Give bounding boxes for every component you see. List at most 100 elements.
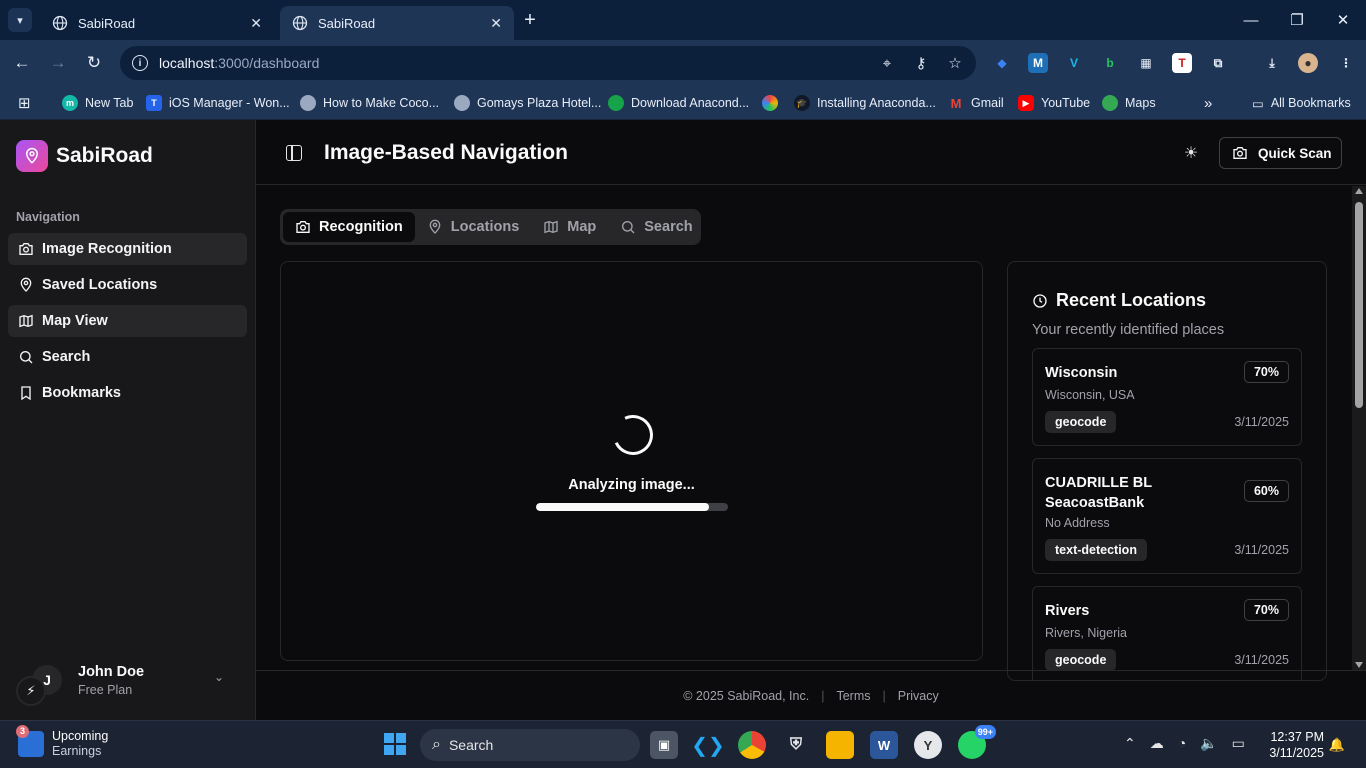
app-icon[interactable]: Y: [914, 731, 942, 759]
bookmark-anaconda[interactable]: Download Anacond...: [608, 93, 749, 113]
taskbar-search[interactable]: ⌕ Search: [420, 729, 640, 761]
forward-icon[interactable]: →: [46, 51, 70, 75]
chrome-icon[interactable]: [738, 731, 766, 759]
bookmark-installing-anaconda[interactable]: 🎓 Installing Anaconda...: [794, 93, 936, 113]
bookmark-gomays[interactable]: Gomays Plaza Hotel...: [454, 93, 601, 113]
volume-icon[interactable]: 🔈: [1200, 735, 1217, 752]
bookmark-label: Download Anacond...: [631, 96, 750, 110]
recent-title-text: Recent Locations: [1056, 290, 1207, 310]
vimeo-icon[interactable]: V: [1064, 53, 1084, 73]
shield-icon[interactable]: ⛨: [782, 731, 810, 759]
sidebar-item-saved-locations[interactable]: Saved Locations: [8, 269, 247, 301]
tab-locations[interactable]: Locations: [415, 212, 531, 242]
url-path: :3000/dashboard: [214, 55, 320, 71]
tab-title: SabiRoad: [318, 15, 376, 31]
tab-label: Recognition: [319, 219, 403, 235]
location-item[interactable]: CUADRILLE BL SeacoastBank 60% No Address…: [1032, 458, 1302, 574]
bookmark-new-tab[interactable]: m New Tab: [62, 93, 133, 113]
back-icon[interactable]: ←: [10, 51, 34, 75]
scrollbar-thumb[interactable]: [1355, 202, 1363, 408]
sidebar-item-bookmarks[interactable]: Bookmarks: [8, 377, 247, 409]
new-tab-button[interactable]: +: [518, 8, 542, 32]
scrollbar[interactable]: [1352, 186, 1366, 670]
terms-link[interactable]: Terms: [836, 689, 870, 703]
brand[interactable]: SabiRoad: [16, 140, 153, 172]
more-bookmarks-icon[interactable]: »: [1204, 93, 1212, 113]
sidebar-item-image-recognition[interactable]: Image Recognition: [8, 233, 247, 265]
tab-search-button[interactable]: ▾: [8, 8, 32, 32]
restore-icon[interactable]: ❐: [1284, 8, 1310, 32]
notifications-icon[interactable]: 🔔: [1328, 731, 1346, 759]
quick-scan-button[interactable]: Quick Scan: [1219, 137, 1342, 169]
browser-tab-active[interactable]: SabiRoad ✕: [280, 6, 514, 40]
battery-icon[interactable]: ▭: [1232, 735, 1245, 752]
bookmark-gmail[interactable]: M Gmail: [948, 93, 1004, 113]
sun-icon[interactable]: ☀: [1182, 144, 1200, 162]
camera-icon: [1233, 147, 1247, 159]
scroll-up-icon[interactable]: [1355, 188, 1363, 194]
windows-start-icon[interactable]: [384, 733, 406, 755]
file-explorer-icon[interactable]: [826, 731, 854, 759]
widgets-button[interactable]: 3 Upcoming Earnings: [16, 724, 108, 758]
browser-tab[interactable]: SabiRoad ✕: [40, 6, 274, 40]
bookmark-ios-manager[interactable]: TiOS Manager - Won...: [146, 93, 290, 113]
all-bookmarks[interactable]: ▭ All Bookmarks: [1252, 93, 1351, 113]
extension-t-icon[interactable]: T: [1172, 53, 1192, 73]
location-icon[interactable]: ⌖: [878, 54, 896, 72]
sidebar-item-map-view[interactable]: Map View: [8, 305, 247, 337]
close-tab-icon[interactable]: ✕: [490, 15, 502, 32]
user-plan: Free Plan: [78, 682, 133, 697]
chevron-down-icon[interactable]: ⌄: [214, 670, 224, 684]
download-icon[interactable]: ⤓: [1262, 53, 1282, 73]
extension-b-icon[interactable]: b: [1100, 53, 1120, 73]
close-tab-icon[interactable]: ✕: [250, 15, 262, 32]
address-bar[interactable]: i localhost:3000/dashboard ⌖ ⚷ ☆: [120, 46, 976, 80]
tab-search[interactable]: Search: [608, 212, 704, 242]
user-name: John Doe: [78, 663, 145, 680]
clock-time: 12:37 PM: [1270, 730, 1324, 744]
search-icon: ⌕: [432, 736, 441, 753]
extension-m-icon[interactable]: M: [1028, 53, 1048, 73]
menu-dots-icon[interactable]: ⋮: [1336, 53, 1356, 73]
bookmark-maps[interactable]: Maps: [1102, 93, 1156, 113]
apps-grid-icon[interactable]: ⊞: [18, 93, 31, 113]
scroll-down-icon[interactable]: [1355, 662, 1363, 668]
sidebar-item-label: Map View: [42, 313, 108, 329]
tab-map[interactable]: Map: [531, 212, 608, 242]
bookmark-label: Maps: [1125, 96, 1156, 110]
word-icon[interactable]: W: [870, 731, 898, 759]
qr-code-icon[interactable]: ▦: [1136, 53, 1156, 73]
sidebar-toggle-icon[interactable]: [286, 145, 302, 161]
site-info-icon[interactable]: i: [132, 55, 148, 71]
minimize-icon[interactable]: —: [1238, 8, 1264, 32]
task-view-icon[interactable]: ▣: [650, 731, 678, 759]
profile-avatar[interactable]: ●: [1298, 53, 1318, 73]
location-item[interactable]: Wisconsin 70% Wisconsin, USA geocode 3/1…: [1032, 348, 1302, 446]
extension-tag-icon[interactable]: ◆: [992, 53, 1012, 73]
whatsapp-icon[interactable]: 99+: [958, 725, 996, 759]
graduation-cap-icon: 🎓: [794, 95, 810, 111]
footer: © 2025 SabiRoad, Inc. | Terms | Privacy: [256, 670, 1366, 720]
close-window-icon[interactable]: ✕: [1330, 8, 1356, 32]
star-icon[interactable]: ☆: [946, 54, 964, 72]
puzzle-icon[interactable]: ⧉: [1208, 53, 1228, 73]
taskbar-clock[interactable]: 12:37 PM 3/11/2025: [1262, 729, 1324, 761]
privacy-link[interactable]: Privacy: [898, 689, 939, 703]
bookmark-pinwheel[interactable]: [762, 93, 785, 113]
quick-scan-label: Quick Scan: [1258, 145, 1332, 161]
key-icon[interactable]: ⚷: [912, 54, 930, 72]
tab-recognition[interactable]: Recognition: [283, 212, 415, 242]
system-tray: ⌃ ☁ ◔ 🔈 ▭: [1124, 735, 1245, 752]
pinwheel-icon: [762, 95, 778, 111]
bookmark-youtube[interactable]: ▶ YouTube: [1018, 93, 1090, 113]
chevron-up-icon[interactable]: ⌃: [1124, 735, 1136, 752]
location-item[interactable]: Rivers 70% Rivers, Nigeria geocode 3/11/…: [1032, 586, 1302, 680]
sidebar-item-search[interactable]: Search: [8, 341, 247, 373]
sidebar-item-label: Search: [42, 349, 91, 365]
bookmark-coco[interactable]: How to Make Coco...: [300, 93, 439, 113]
reload-icon[interactable]: ↻: [82, 51, 106, 75]
cloud-icon[interactable]: ☁: [1150, 735, 1164, 752]
wifi-icon[interactable]: ◔: [1178, 735, 1186, 752]
vscode-icon[interactable]: ❮❯: [691, 731, 725, 759]
user-menu[interactable]: J ⚡ John Doe Free Plan ⌄: [16, 660, 240, 706]
